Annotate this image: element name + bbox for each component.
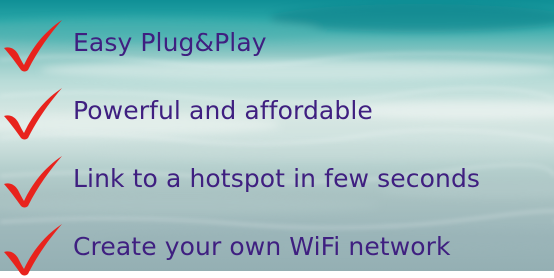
feature-item: Easy Plug&Play <box>0 14 554 74</box>
red-checkmark-icon <box>4 88 62 140</box>
feature-label: Easy Plug&Play <box>73 28 267 57</box>
red-checkmark-icon <box>4 224 62 276</box>
feature-item: Create your own WiFi network <box>0 218 554 278</box>
feature-label: Link to a hotspot in few seconds <box>73 164 481 193</box>
feature-list: Easy Plug&Play Powerful and affordable L… <box>0 0 554 276</box>
red-checkmark-icon <box>4 20 62 72</box>
feature-label: Create your own WiFi network <box>73 232 451 261</box>
feature-item: Powerful and affordable <box>0 82 554 142</box>
feature-label: Powerful and affordable <box>73 96 373 125</box>
red-checkmark-icon <box>4 156 62 208</box>
feature-item: Link to a hotspot in few seconds <box>0 150 554 210</box>
